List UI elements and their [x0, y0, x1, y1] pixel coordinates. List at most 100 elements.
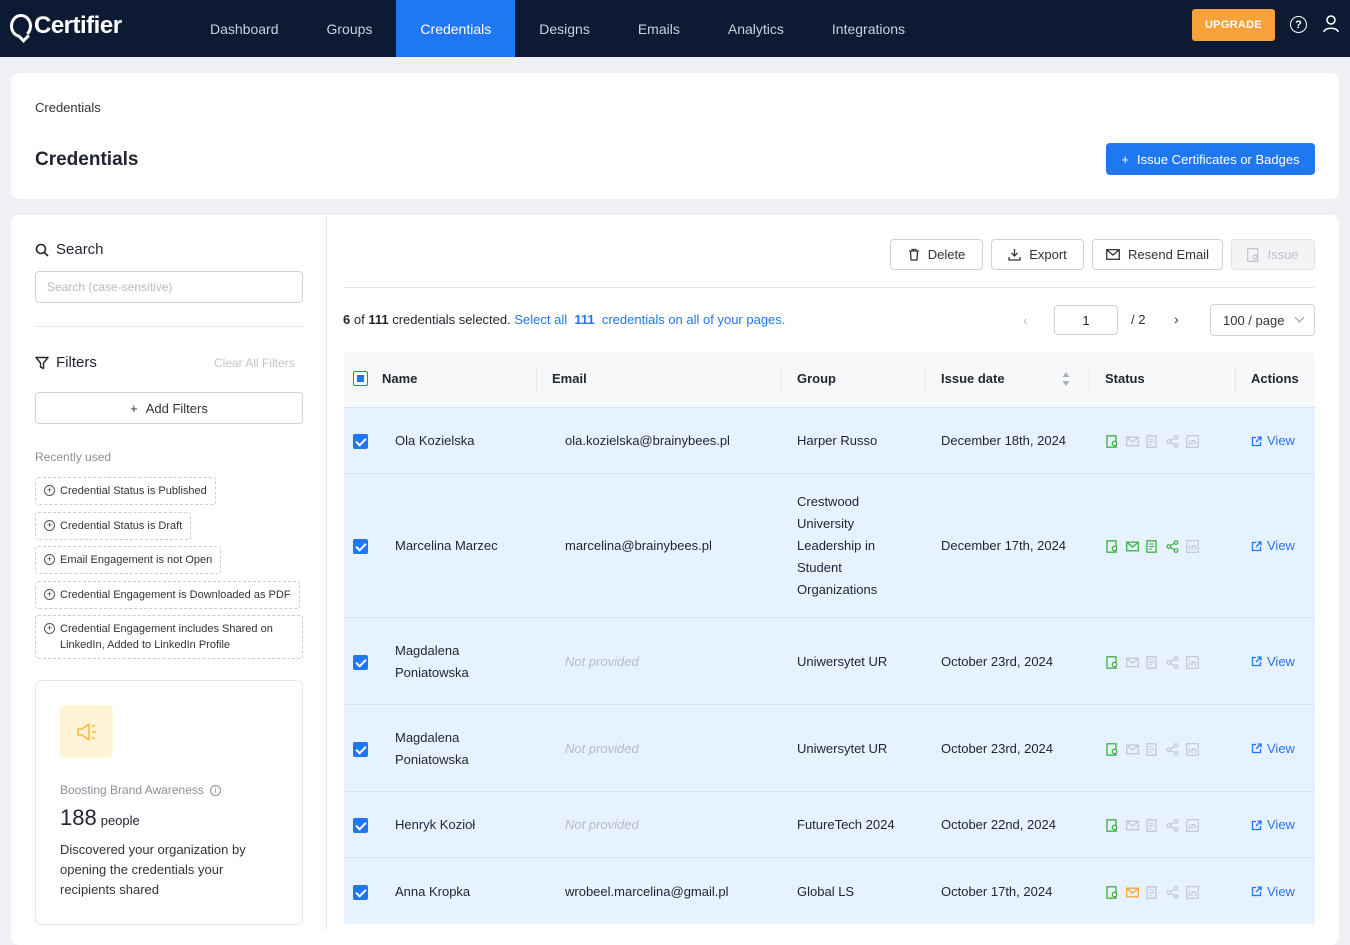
trash-icon — [908, 248, 919, 261]
selection-of: of — [353, 312, 365, 327]
share-status-icon — [1166, 885, 1179, 899]
export-label: Export — [1029, 247, 1067, 262]
select-all-link[interactable]: Select all — [514, 312, 567, 327]
pdf-status-icon — [1146, 540, 1159, 553]
table-row[interactable]: Marcelina Marzec marcelina@brainybees.pl C… — [344, 473, 1315, 617]
certificate-status-icon — [1106, 435, 1119, 448]
column-issue-date[interactable]: Issue date — [941, 371, 1005, 386]
resend-email-label: Resend Email — [1128, 247, 1209, 262]
nav-groups[interactable]: Groups — [303, 0, 397, 57]
view-link[interactable]: View — [1251, 430, 1295, 452]
certificate-status-icon — [1106, 885, 1119, 899]
row-checkbox[interactable] — [353, 741, 368, 757]
sort-icon[interactable] — [1062, 371, 1070, 387]
recent-filter-chip[interactable]: + Email Engagement is not Open — [35, 546, 222, 574]
pdf-status-icon — [1146, 435, 1159, 448]
recent-filter-chip[interactable]: + Credential Engagement includes Shared … — [35, 615, 303, 659]
cell-issue-date: October 23rd, 2024 — [941, 740, 1054, 756]
view-link[interactable]: View — [1251, 814, 1295, 836]
column-group[interactable]: Group — [797, 371, 836, 386]
issue-certificates-button[interactable]: + Issue Certificates or Badges — [1106, 143, 1315, 175]
table-row[interactable]: Magdalena Poniatowska Not provided Uniwers… — [344, 704, 1315, 791]
chip-label: Credential Engagement is Downloaded as P… — [60, 589, 291, 601]
view-link[interactable]: View — [1251, 738, 1295, 760]
cell-issue-date: October 22nd, 2024 — [941, 817, 1056, 832]
filters-heading: Filters — [35, 354, 97, 371]
main-card: Search Filters Clear All Filters + Add F… — [11, 215, 1339, 945]
column-name[interactable]: Name — [382, 371, 417, 386]
table-row[interactable]: Henryk Kozioł Not provided FutureTech 2024… — [344, 791, 1315, 857]
pdf-status-icon — [1146, 819, 1159, 832]
promo-count-unit: people — [100, 813, 140, 828]
upgrade-button[interactable]: UPGRADE — [1192, 9, 1275, 41]
view-link[interactable]: View — [1251, 651, 1295, 673]
info-icon[interactable]: i — [209, 784, 221, 796]
status-icons — [1106, 742, 1199, 756]
add-filters-button[interactable]: + Add Filters — [35, 392, 303, 424]
cell-name: Anna Kropka — [395, 883, 471, 899]
nav-analytics[interactable]: Analytics — [704, 0, 808, 57]
nav-integrations[interactable]: Integrations — [808, 0, 929, 57]
recent-filter-chip[interactable]: + Credential Engagement is Downloaded as… — [35, 581, 300, 609]
select-all-checkbox[interactable] — [353, 371, 368, 386]
recent-filter-chip[interactable]: + Credential Status is Draft — [35, 512, 192, 540]
chip-label: Credential Status is Published — [60, 485, 207, 497]
table-row[interactable]: Anna Kropka wrobeel.marcelina@gmail.pl Glo… — [344, 857, 1315, 924]
view-label: View — [1267, 817, 1295, 832]
user-icon[interactable] — [1323, 15, 1339, 33]
help-icon[interactable]: ? — [1290, 16, 1307, 33]
linkedin-status-icon — [1186, 742, 1199, 756]
view-link[interactable]: View — [1251, 881, 1295, 903]
view-link[interactable]: View — [1251, 535, 1295, 557]
page-number-input[interactable]: 1 — [1054, 305, 1118, 335]
nav-credentials[interactable]: Credentials — [396, 0, 516, 57]
page-size-select[interactable]: 100 / page — [1210, 304, 1315, 336]
row-checkbox[interactable] — [353, 434, 368, 449]
select-all-suffix[interactable]: credentials on all of your pages. — [602, 312, 786, 327]
row-checkbox[interactable] — [353, 539, 368, 554]
breadcrumb[interactable]: Credentials — [35, 100, 101, 115]
nav-items: Dashboard Groups Credentials Designs Ema… — [186, 0, 929, 57]
credentials-table: Name Email Group Issue date Status Actio… — [344, 352, 1315, 924]
filters-sidebar: Search Filters Clear All Filters + Add F… — [11, 215, 327, 930]
certifier-logo[interactable]: Certifier — [10, 12, 122, 40]
add-circle-icon: + — [44, 520, 55, 531]
delete-button[interactable]: Delete — [890, 239, 983, 270]
row-checkbox[interactable] — [353, 818, 368, 833]
row-checkbox[interactable] — [353, 654, 368, 670]
table-row[interactable]: Magdalena Poniatowska Not provided Uniwers… — [344, 617, 1315, 704]
add-filters-label: Add Filters — [145, 400, 208, 416]
filters-title: Filters — [56, 354, 97, 371]
nav-emails[interactable]: Emails — [614, 0, 704, 57]
nav-dashboard[interactable]: Dashboard — [186, 0, 303, 57]
recent-filter-chip[interactable]: + Credential Status is Published — [35, 477, 216, 505]
export-button[interactable]: Export — [991, 239, 1084, 270]
nav-designs[interactable]: Designs — [515, 0, 614, 57]
email-status-icon — [1126, 656, 1139, 669]
view-label: View — [1267, 538, 1295, 553]
select-all-count[interactable]: 111 — [574, 312, 594, 327]
table-row[interactable]: Ola Kozielska ola.kozielska@brainybees.pl… — [344, 407, 1315, 473]
next-page-button[interactable]: › — [1174, 311, 1179, 327]
row-checkbox[interactable] — [353, 884, 368, 900]
external-link-icon — [1251, 656, 1262, 667]
selection-info: 6 of 111 credentials selected. Select al… — [343, 312, 785, 327]
clear-filters-link[interactable]: Clear All Filters — [214, 356, 295, 370]
issue-button[interactable]: Issue — [1231, 239, 1315, 270]
cell-name: Ola Kozielska — [395, 433, 475, 448]
search-input[interactable] — [35, 271, 303, 303]
prev-page-button[interactable]: ‹ — [1023, 312, 1028, 328]
promo-count-value: 188 — [60, 805, 97, 830]
email-status-icon — [1126, 743, 1139, 756]
mail-icon — [1106, 249, 1120, 260]
cell-email: Not provided — [565, 653, 639, 669]
pdf-status-icon — [1146, 742, 1159, 756]
linkedin-status-icon — [1186, 819, 1199, 832]
page-total: / 2 — [1131, 312, 1146, 327]
resend-email-button[interactable]: Resend Email — [1092, 239, 1223, 270]
search-icon — [35, 243, 49, 257]
column-divider — [781, 366, 782, 392]
column-email[interactable]: Email — [552, 371, 587, 386]
cell-name: Henryk Kozioł — [395, 817, 476, 832]
linkedin-status-icon — [1186, 540, 1199, 553]
